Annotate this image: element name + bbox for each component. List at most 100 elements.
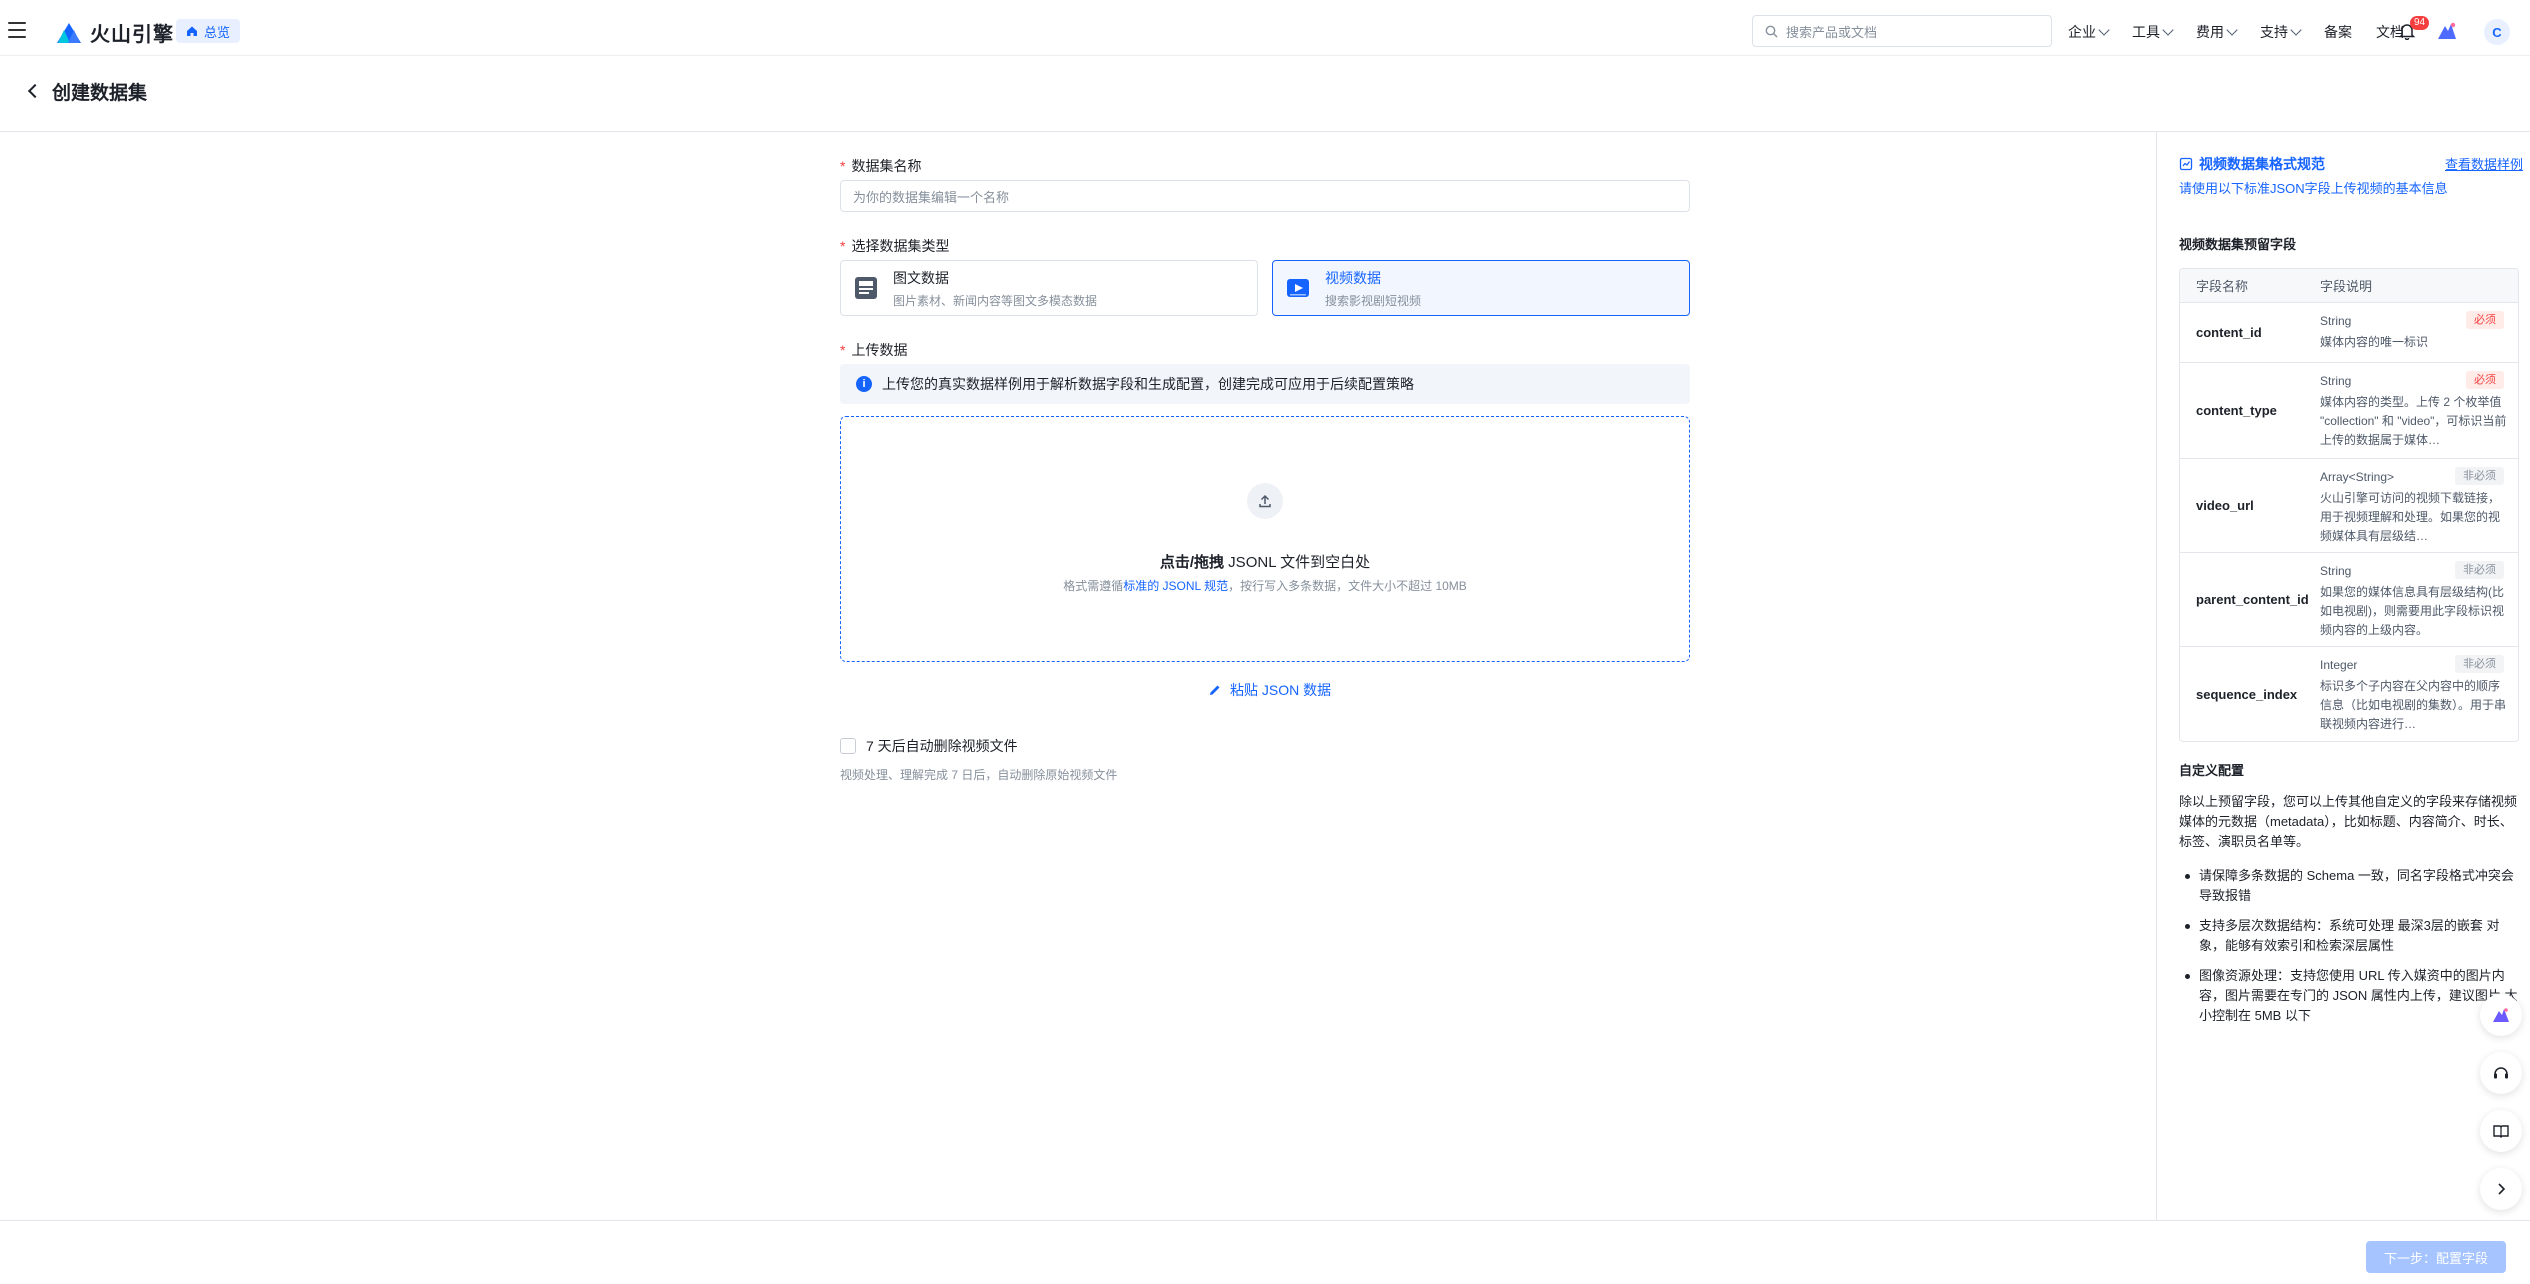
optional-tag: 非必须 bbox=[2455, 467, 2504, 485]
video-play-icon bbox=[1287, 279, 1309, 297]
nav-enterprise-label: 企业 bbox=[2068, 24, 2096, 40]
back-arrow-icon[interactable] bbox=[27, 83, 43, 99]
spec-subtitle: 请使用以下标准JSON字段上传视频的基本信息 bbox=[2179, 181, 2448, 196]
overview-button[interactable]: 总览 bbox=[176, 19, 241, 43]
dropzone-title-rest: JSONL 文件到空白处 bbox=[1224, 554, 1371, 571]
dataset-type-label: * 选择数据集类型 bbox=[840, 236, 949, 256]
ai-assistant-button[interactable] bbox=[2480, 994, 2522, 1036]
footer-bar: 下一步：配置字段 bbox=[0, 1220, 2530, 1284]
overview-label: 总览 bbox=[204, 24, 231, 40]
auto-delete-hint: 视频处理、理解完成 7 日后，自动删除原始视频文件 bbox=[840, 768, 1118, 782]
table-header: 字段名称 字段说明 bbox=[2180, 269, 2518, 303]
dataset-name-label: * 数据集名称 bbox=[840, 156, 921, 176]
global-search-input[interactable]: 搜索产品或文档 bbox=[1752, 15, 2052, 47]
type-name: 图文数据 bbox=[893, 269, 949, 286]
book-icon bbox=[2493, 1125, 2509, 1138]
required-tag: 必须 bbox=[2466, 371, 2504, 389]
nav-tools-label: 工具 bbox=[2132, 24, 2160, 40]
headset-icon bbox=[2494, 1067, 2508, 1079]
custom-config-description: 除以上预留字段，您可以上传其他自定义的字段来存储视频媒体的元数据（metadat… bbox=[2179, 794, 2518, 849]
upload-data-label: * 上传数据 bbox=[840, 340, 907, 360]
search-icon bbox=[1765, 25, 1778, 37]
upload-icon-wrapper bbox=[1247, 483, 1283, 519]
top-nav-menu: 企业 工具 费用 支持 备案 文档 bbox=[2068, 22, 2404, 42]
nav-filing-label: 备案 bbox=[2324, 24, 2352, 40]
field-description: String 必须 媒体内容的类型。上传 2 个枚举值 "collection"… bbox=[2318, 363, 2518, 458]
paste-json-button[interactable]: 粘贴 JSON 数据 bbox=[1208, 680, 1331, 700]
list-item: 支持多层次数据结构：系统可处理 最深3层的嵌套 对象，能够有效索引和检索深层属性 bbox=[2179, 916, 2519, 956]
required-asterisk: * bbox=[840, 238, 846, 254]
view-example-link[interactable]: 查看数据样例 bbox=[2445, 154, 2523, 173]
field-desc-text: 如果您的媒体信息具有层级结构(比如电视剧)，则需要用此字段标识视频内容的上级内容… bbox=[2320, 585, 2504, 637]
required-tag: 必须 bbox=[2466, 311, 2504, 329]
nav-support[interactable]: 支持 bbox=[2260, 22, 2302, 42]
upload-info-text: 上传您的真实数据样例用于解析数据字段和生成配置，创建完成可应用于后续配置策略 bbox=[882, 376, 1414, 392]
upload-info-banner: i 上传您的真实数据样例用于解析数据字段和生成配置，创建完成可应用于后续配置策略 bbox=[840, 364, 1690, 404]
upload-data-label-text: 上传数据 bbox=[851, 342, 908, 358]
search-placeholder: 搜索产品或文档 bbox=[1786, 24, 1878, 40]
assistant-mascot-icon[interactable] bbox=[2436, 20, 2458, 42]
dataset-type-label-text: 选择数据集类型 bbox=[851, 238, 950, 254]
list-item: 图像资源处理：支持您使用 URL 传入媒资中的图片内容，图片需要在专门的 JSO… bbox=[2179, 966, 2519, 1026]
format-spec-panel: 视频数据集格式规范 查看数据样例 请使用以下标准JSON字段上传视频的基本信息 … bbox=[2156, 132, 2530, 1220]
optional-tag: 非必须 bbox=[2455, 561, 2504, 579]
chevron-down-icon bbox=[2098, 24, 2110, 36]
table-row: sequence_index Integer 非必须 标识多个子内容在父内容中的… bbox=[2180, 647, 2518, 741]
chevron-right-icon bbox=[2498, 1183, 2506, 1195]
dropzone-title-bold: 点击/拖拽 bbox=[1159, 554, 1225, 571]
field-description: Integer 非必须 标识多个子内容在父内容中的顺序信息（比如电视剧的集数）。… bbox=[2318, 647, 2518, 741]
paste-json-label: 粘贴 JSON 数据 bbox=[1230, 682, 1332, 698]
chevron-down-icon bbox=[2162, 24, 2174, 36]
assistant-mascot-icon bbox=[2493, 1008, 2509, 1022]
documentation-button[interactable] bbox=[2480, 1110, 2522, 1152]
nav-tools[interactable]: 工具 bbox=[2132, 22, 2174, 42]
dropzone-hint-suffix: ，按行写入多条数据，文件大小不超过 10MB bbox=[1228, 579, 1467, 593]
spec-title-text: 视频数据集格式规范 bbox=[2199, 156, 2325, 172]
field-name: video_url bbox=[2196, 498, 2254, 513]
customer-service-button[interactable] bbox=[2480, 1052, 2522, 1094]
top-navigation-bar: 火山引擎 总览 搜索产品或文档 企业 工具 费用 支持 备案 文档 94 C bbox=[0, 6, 2530, 56]
type-card-video[interactable]: 视频数据 搜索影视剧短视频 bbox=[1272, 260, 1690, 316]
optional-tag: 非必须 bbox=[2455, 655, 2504, 673]
user-avatar[interactable]: C bbox=[2484, 19, 2510, 45]
chart-doc-icon bbox=[2179, 157, 2193, 171]
field-name: parent_content_id bbox=[2196, 592, 2309, 607]
collapse-sidebar-button[interactable] bbox=[2480, 1168, 2522, 1210]
table-row: content_type String 必须 媒体内容的类型。上传 2 个枚举值… bbox=[2180, 363, 2518, 459]
field-description: String 必须 媒体内容的唯一标识 bbox=[2318, 303, 2518, 362]
dropzone-hint: 格式需遵循标准的 JSONL 规范，按行写入多条数据，文件大小不超过 10MB bbox=[841, 577, 1689, 594]
info-icon: i bbox=[856, 376, 872, 392]
reserved-fields-title: 视频数据集预留字段 bbox=[2179, 237, 2297, 252]
field-desc-text: 媒体内容的类型。上传 2 个枚举值 "collection" 和 "video"… bbox=[2320, 395, 2507, 447]
spec-title: 视频数据集格式规范 bbox=[2179, 154, 2325, 174]
type-name: 视频数据 bbox=[1325, 269, 1381, 286]
nav-support-label: 支持 bbox=[2260, 24, 2288, 40]
brand-logo[interactable]: 火山引擎 bbox=[56, 18, 174, 47]
hamburger-menu-icon[interactable] bbox=[8, 22, 26, 38]
field-desc-text: 火山引擎可访问的视频下载链接，用于视频理解和处理。如果您的视频媒体具有层级结… bbox=[2320, 491, 2501, 543]
file-dropzone[interactable]: 点击/拖拽 JSONL 文件到空白处 格式需遵循标准的 JSONL 规范，按行写… bbox=[840, 416, 1690, 662]
field-desc-text: 媒体内容的唯一标识 bbox=[2320, 335, 2429, 349]
dataset-name-placeholder: 为你的数据集编辑一个名称 bbox=[853, 189, 1010, 205]
field-name: sequence_index bbox=[2196, 686, 2298, 702]
nav-billing-label: 费用 bbox=[2196, 24, 2224, 40]
dropzone-hint-prefix: 格式需遵循 bbox=[1063, 579, 1124, 593]
dataset-name-label-text: 数据集名称 bbox=[851, 158, 922, 174]
nav-filing[interactable]: 备案 bbox=[2324, 22, 2352, 42]
field-desc-text: 标识多个子内容在父内容中的顺序信息（比如电视剧的集数）。用于串联视频内容进行… bbox=[2320, 679, 2507, 731]
auto-delete-option: 7 天后自动删除视频文件 bbox=[840, 736, 1018, 756]
required-asterisk: * bbox=[840, 158, 846, 174]
auto-delete-checkbox[interactable] bbox=[840, 738, 856, 754]
notification-count-badge: 94 bbox=[2410, 16, 2430, 30]
nav-billing[interactable]: 费用 bbox=[2196, 22, 2238, 42]
document-image-icon bbox=[855, 277, 877, 299]
col-field-name: 字段名称 bbox=[2196, 279, 2249, 294]
field-description: String 非必须 如果您的媒体信息具有层级结构(比如电视剧)，则需要用此字段… bbox=[2318, 553, 2518, 646]
chevron-down-icon bbox=[2290, 24, 2302, 36]
dataset-name-input[interactable]: 为你的数据集编辑一个名称 bbox=[840, 180, 1690, 212]
next-step-button[interactable]: 下一步：配置字段 bbox=[2366, 1241, 2506, 1273]
nav-enterprise[interactable]: 企业 bbox=[2068, 22, 2110, 42]
jsonl-spec-link[interactable]: 标准的 JSONL 规范 bbox=[1123, 579, 1228, 593]
custom-config-title: 自定义配置 bbox=[2179, 763, 2245, 778]
type-card-image-text[interactable]: 图文数据 图片素材、新闻内容等图文多模态数据 bbox=[840, 260, 1258, 316]
